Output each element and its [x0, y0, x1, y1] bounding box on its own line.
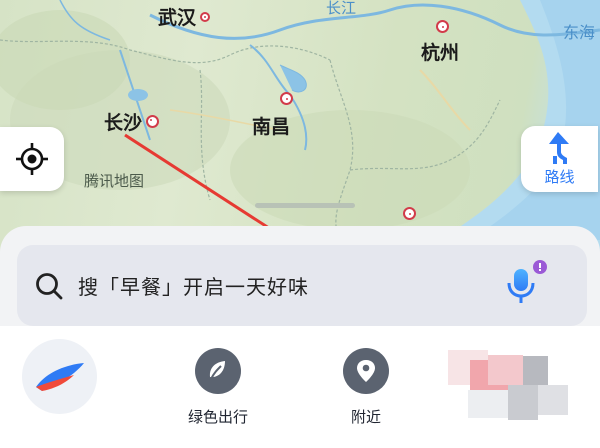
panel-drag-handle[interactable] — [255, 203, 355, 208]
river-label: 长江 — [326, 0, 357, 17]
nav-item-green-travel[interactable]: 绿色出行 — [188, 348, 248, 427]
locate-button[interactable] — [0, 127, 64, 191]
city-label-hangzhou: 杭州 — [421, 38, 459, 65]
city-name: 杭州 — [421, 42, 460, 64]
nav-item-nearby[interactable]: 附近 — [343, 348, 389, 427]
city-label-nanchang: 南昌 — [252, 112, 290, 139]
pixelated-region — [448, 350, 568, 420]
city-dot-icon — [146, 115, 160, 128]
locate-target-icon — [16, 143, 48, 175]
route-label: 路线 — [544, 167, 575, 186]
app-logo-button[interactable] — [22, 339, 97, 414]
city-label-changsha: 长沙 — [104, 108, 160, 135]
city-dot-icon — [280, 92, 293, 105]
leaf-icon — [195, 348, 241, 394]
location-pin-icon — [343, 348, 389, 394]
city-name: 南昌 — [252, 116, 291, 138]
city-dot-icon — [436, 20, 449, 33]
tencent-map-logo-icon — [35, 362, 84, 391]
map-watermark: 腾讯地图 — [84, 172, 145, 190]
city-dot-icon — [200, 11, 211, 22]
city-name: 长沙 — [104, 112, 143, 134]
city-dot-icon — [403, 207, 416, 220]
nav-item-label: 绿色出行 — [188, 408, 249, 426]
route-arrow-icon — [548, 131, 569, 164]
city-name: 武汉 — [158, 7, 197, 29]
voice-mic-icon — [507, 260, 547, 303]
city-label-wuhan: 武汉 — [158, 3, 211, 30]
search-icon — [32, 269, 66, 303]
sea-label: 东海 — [563, 23, 596, 42]
route-button[interactable]: 路线 — [521, 126, 598, 192]
nav-item-label: 附近 — [350, 408, 381, 426]
voice-search-button[interactable] — [500, 259, 550, 309]
search-placeholder: 搜「早餐」开启一天好味 — [78, 275, 309, 299]
